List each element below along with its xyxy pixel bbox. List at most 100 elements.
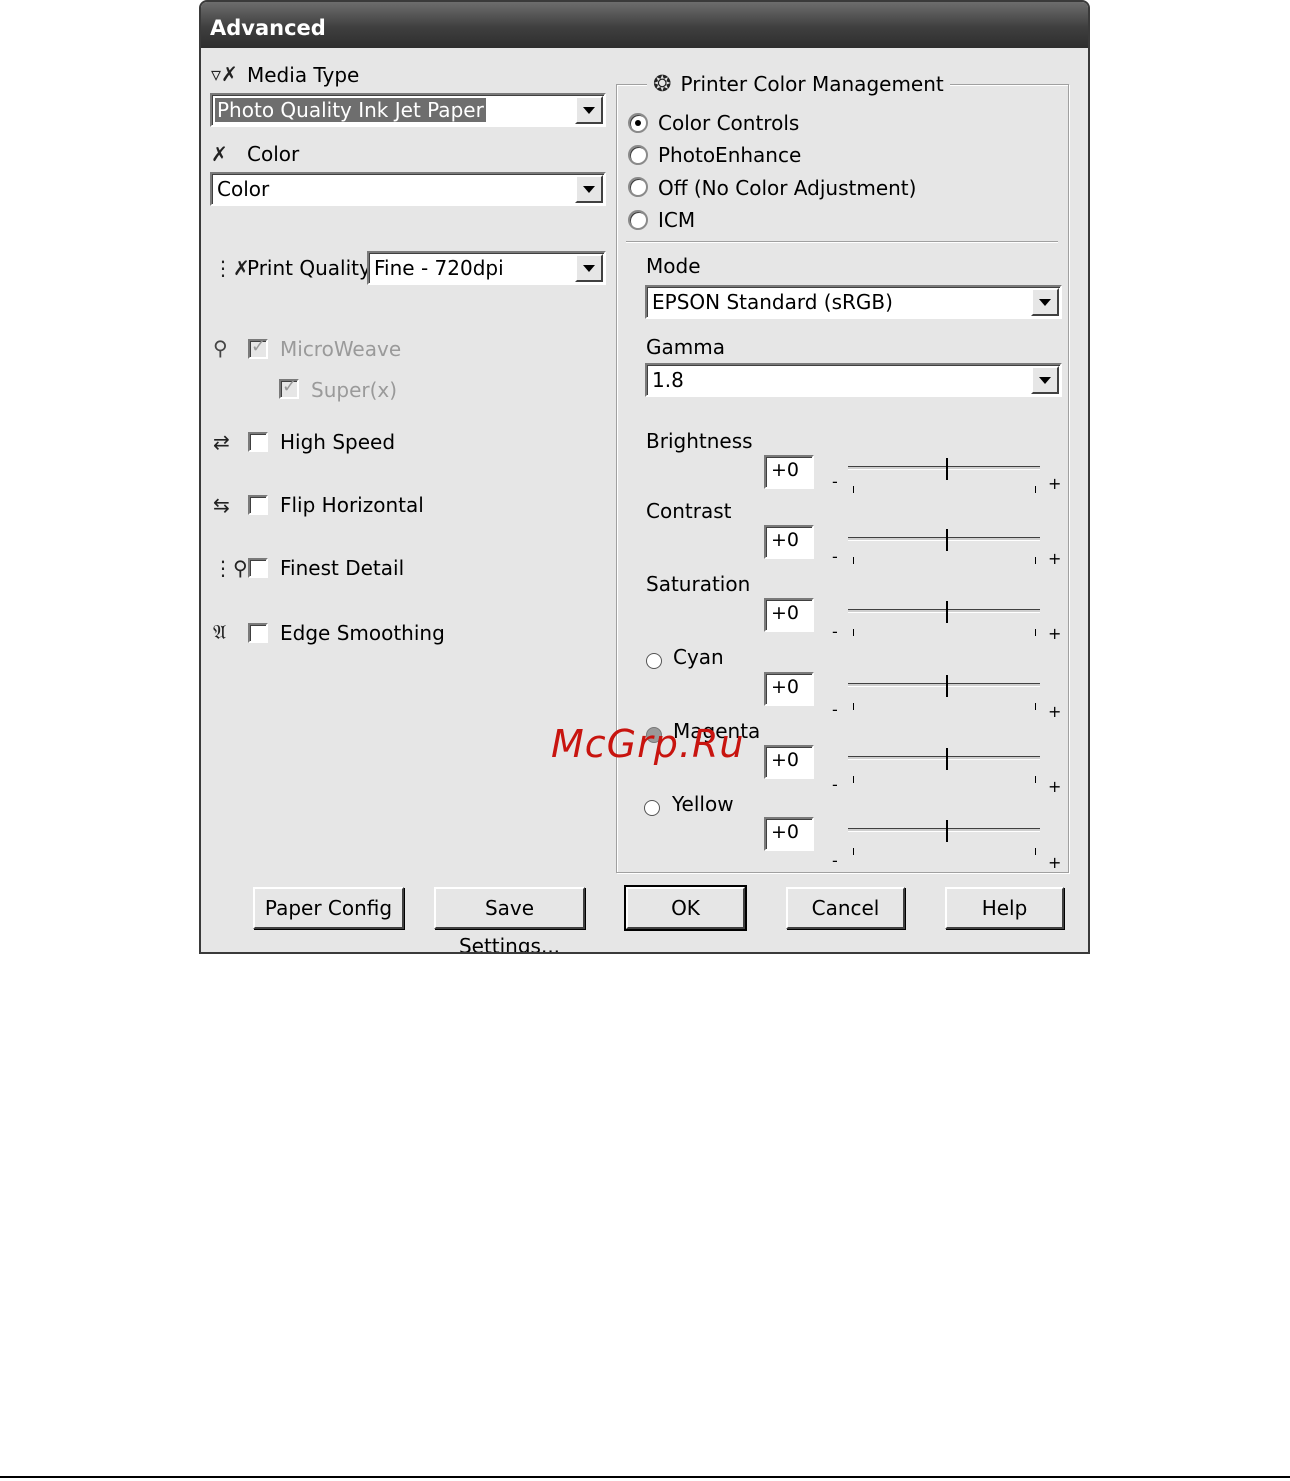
flip-horizontal-checkbox[interactable] xyxy=(248,495,268,515)
print-quality-select[interactable]: Fine - 720dpi xyxy=(367,251,606,285)
magenta-thumb[interactable] xyxy=(946,748,956,770)
media-type-select[interactable]: Photo Quality Ink Jet Paper xyxy=(210,93,606,127)
print-quality-value: Fine - 720dpi xyxy=(374,256,504,280)
contrast-minus: - xyxy=(832,547,838,566)
chevron-down-icon[interactable] xyxy=(1031,288,1059,316)
color-icon: ✗ xyxy=(211,142,228,166)
saturation-track[interactable] xyxy=(848,609,1040,613)
paper-config-button[interactable]: Paper Config xyxy=(253,887,404,929)
color-value: Color xyxy=(217,177,270,201)
cyan-radio[interactable] xyxy=(646,653,662,669)
contrast-input[interactable]: +0 xyxy=(764,525,814,559)
microweave-icon: ⚲ xyxy=(213,336,228,360)
brightness-input[interactable]: +0 xyxy=(764,455,814,489)
separator xyxy=(626,241,1058,243)
saturation-minus: - xyxy=(832,622,838,641)
finest-detail-label: Finest Detail xyxy=(280,556,405,580)
flip-horizontal-label: Flip Horizontal xyxy=(280,493,424,517)
color-circles-icon: ❂ xyxy=(653,72,672,97)
finest-detail-icon: ⋮⚲ xyxy=(213,556,248,580)
saturation-input[interactable]: +0 xyxy=(764,598,814,632)
contrast-label: Contrast xyxy=(646,499,732,523)
brightness-track[interactable] xyxy=(848,466,1040,470)
saturation-label: Saturation xyxy=(646,572,751,596)
media-type-icon: ▿✗ xyxy=(211,62,238,86)
edge-smoothing-checkbox[interactable] xyxy=(248,623,268,643)
radio-icm-label: ICM xyxy=(658,208,696,232)
tick-mark xyxy=(1035,703,1036,710)
bottom-rule xyxy=(0,1476,1290,1478)
tick-mark xyxy=(853,848,854,855)
flip-horizontal-icon: ⇆ xyxy=(213,493,230,517)
help-button[interactable]: Help xyxy=(945,887,1064,929)
microweave-label: MicroWeave xyxy=(280,337,402,361)
brightness-minus: - xyxy=(832,472,838,491)
mode-select[interactable]: EPSON Standard (sRGB) xyxy=(645,285,1062,319)
chevron-down-icon[interactable] xyxy=(575,96,603,124)
radio-photoenhance-label: PhotoEnhance xyxy=(658,143,802,167)
watermark: McGrp.Ru xyxy=(551,722,745,766)
radio-color-controls[interactable] xyxy=(628,113,648,133)
cyan-track[interactable] xyxy=(848,683,1040,687)
brightness-plus: + xyxy=(1048,474,1062,493)
radio-icm[interactable] xyxy=(628,210,648,230)
print-quality-label: Print Quality xyxy=(247,256,371,280)
saturation-plus: + xyxy=(1048,624,1062,643)
contrast-track[interactable] xyxy=(848,537,1040,541)
gamma-select[interactable]: 1.8 xyxy=(645,363,1062,397)
yellow-radio[interactable] xyxy=(644,800,660,816)
edge-smoothing-icon: 𝔄 xyxy=(213,620,227,644)
color-select[interactable]: Color xyxy=(210,172,606,206)
super-label: Super(x) xyxy=(311,378,398,402)
gamma-value: 1.8 xyxy=(652,368,684,392)
saturation-thumb[interactable] xyxy=(946,601,956,623)
cancel-button[interactable]: Cancel xyxy=(786,887,905,929)
super-checkbox[interactable]: ✓ xyxy=(279,376,299,399)
tick-mark xyxy=(1035,557,1036,564)
microweave-checkbox[interactable]: ✓ xyxy=(248,336,268,359)
tick-mark xyxy=(853,629,854,636)
tick-mark xyxy=(853,703,854,710)
radio-off-label: Off (No Color Adjustment) xyxy=(658,176,917,200)
radio-photoenhance[interactable] xyxy=(628,145,648,165)
check-icon: ✓ xyxy=(282,376,298,397)
radio-off[interactable] xyxy=(628,177,648,197)
brightness-label: Brightness xyxy=(646,429,753,453)
yellow-plus: + xyxy=(1048,853,1062,872)
contrast-thumb[interactable] xyxy=(946,529,956,551)
chevron-down-icon[interactable] xyxy=(575,175,603,203)
advanced-dialog: Advanced ▿✗ Media Type Photo Quality Ink… xyxy=(199,0,1090,954)
cyan-input[interactable]: +0 xyxy=(764,672,814,706)
chevron-down-icon[interactable] xyxy=(575,254,603,282)
brightness-thumb[interactable] xyxy=(946,458,956,480)
color-label: Color xyxy=(247,142,300,166)
chevron-down-icon[interactable] xyxy=(1031,366,1059,394)
yellow-input[interactable]: +0 xyxy=(764,817,814,851)
tick-mark xyxy=(1035,629,1036,636)
magenta-plus: + xyxy=(1048,777,1062,796)
yellow-track[interactable] xyxy=(848,828,1040,832)
high-speed-checkbox[interactable] xyxy=(248,432,268,452)
media-type-label: Media Type xyxy=(247,63,360,87)
radio-color-controls-label: Color Controls xyxy=(658,111,800,135)
finest-detail-checkbox[interactable] xyxy=(248,558,268,578)
group-title: ❂ Printer Color Management xyxy=(647,72,950,102)
media-type-value: Photo Quality Ink Jet Paper xyxy=(215,98,486,122)
gamma-label: Gamma xyxy=(646,335,725,359)
tick-mark xyxy=(853,486,854,493)
group-title-text: Printer Color Management xyxy=(680,72,944,96)
save-settings-button[interactable]: Save Settings... xyxy=(434,887,585,952)
magenta-track[interactable] xyxy=(848,756,1040,760)
yellow-minus: - xyxy=(832,851,838,870)
radio-dot xyxy=(635,120,641,126)
mode-value: EPSON Standard (sRGB) xyxy=(652,290,893,314)
ok-button[interactable]: OK xyxy=(624,885,747,931)
cyan-thumb[interactable] xyxy=(946,675,956,697)
magenta-input[interactable]: +0 xyxy=(764,745,814,779)
title-bar[interactable]: Advanced xyxy=(201,2,1088,48)
yellow-thumb[interactable] xyxy=(946,820,956,842)
yellow-label: Yellow xyxy=(672,792,734,816)
tick-mark xyxy=(1035,848,1036,855)
window-title: Advanced xyxy=(210,16,326,40)
edge-smoothing-label: Edge Smoothing xyxy=(280,621,445,645)
